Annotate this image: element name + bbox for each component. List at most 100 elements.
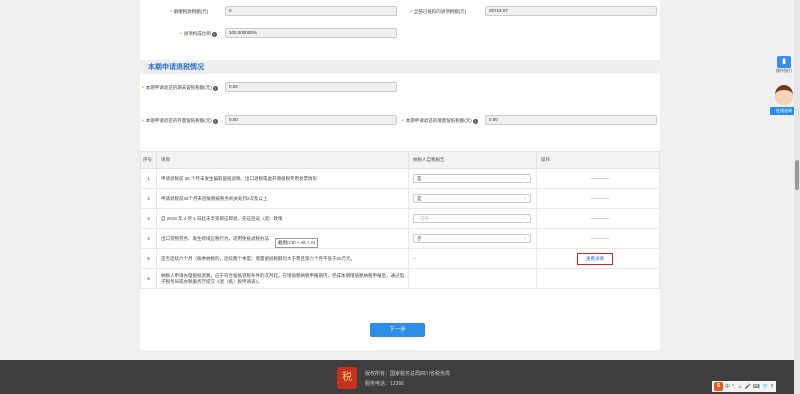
ime-lang-icon[interactable]: 中 — [725, 383, 730, 390]
help-icon[interactable]: ? — [212, 118, 218, 124]
row-op: 查看详情 — [536, 248, 660, 269]
footer-phone: 服务电话：12366 — [365, 381, 404, 387]
footer — [0, 360, 800, 394]
chevron-down-icon: ⌄ — [522, 215, 527, 221]
op-dash: ———— — [591, 216, 609, 221]
ime-skin-icon[interactable]: 👕 — [762, 384, 768, 390]
section-title: 本期申请退税情况 — [148, 64, 204, 71]
table-row: 6 纳税人申请办理留抵退税，应于符合留抵退税条件的次月起，在增值税纳税申报期内，… — [140, 268, 660, 289]
report-select[interactable]: 是 ⌄ — [413, 194, 531, 203]
tax-paid-input[interactable]: 0 — [225, 6, 397, 16]
help-icon[interactable]: ? — [211, 31, 217, 37]
op-dash: ———— — [591, 176, 609, 181]
table-row: 2 申请退税前36个月未因偷税被税务机关处罚2次及以上 是 ⌄ ———— — [140, 188, 660, 209]
row-index: 4 — [140, 228, 157, 249]
required-star: • — [402, 118, 404, 124]
table-row: 1 申请退税前 36 个月未发生骗取留抵退税、出口退税或虚开增值税专用发票情形 … — [140, 168, 660, 189]
row-item: 是否连续六个月（按季纳税的，连续两个季度）增量留抵税额均大于零且第六个月不低于5… — [156, 248, 409, 269]
row-index: 6 — [140, 268, 157, 289]
row-op: ———— — [536, 168, 660, 189]
row-op — [536, 268, 660, 289]
customer-service-avatar-icon — [775, 85, 793, 105]
end-refund-label-row: • 本期申请退还的期末留抵税额(元) ? — [142, 85, 218, 91]
table-header-row: 序号 项目 纳税人自我报告 操作 — [140, 151, 660, 169]
ime-voice-icon[interactable]: 🎤 — [745, 384, 751, 390]
tax-paid-label-row: • 解缴税款税额(元) — [170, 9, 208, 15]
tax-emblem-icon: 税 — [337, 367, 357, 389]
report-select[interactable]: 是 ⌄ — [413, 174, 531, 183]
stock-refund-input[interactable]: 0.00 — [225, 115, 397, 125]
report-select[interactable]: --选择-- ⌄ — [413, 214, 531, 223]
row-report: --选择-- ⌄ — [408, 208, 537, 229]
incr-refund-label: 本期申请退还的增量留抵税额(元) — [405, 118, 472, 123]
self-report-table: 序号 项目 纳税人自我报告 操作 1 申请退税前 36 个月未发生骗取留抵退税、… — [140, 151, 660, 289]
help-icon[interactable]: ? — [472, 118, 478, 124]
report-select[interactable]: 否 ⌄ — [413, 234, 531, 243]
required-star: • — [170, 9, 172, 15]
footer-copyright: 版权所有：国家税务总局四川省税务局 — [365, 371, 451, 377]
ime-toolbar: S 中 °, ☺ 🎤 ⌨ 👕 ⠿ — [712, 381, 776, 392]
ime-emoji-icon[interactable]: ☺ — [737, 384, 742, 390]
row-report: -- — [408, 248, 537, 269]
tax-paid-label: 解缴税款税额(元) — [173, 9, 209, 14]
row-op: ———— — [536, 188, 660, 209]
sogou-ime-icon[interactable]: S — [714, 382, 723, 391]
chevron-down-icon: ⌄ — [522, 235, 527, 241]
select-placeholder: --选择-- — [417, 216, 432, 221]
row-item: 自 2019 年 4 月 1 日起未享受即征即退、先征后返（退）政策 — [156, 208, 409, 229]
row-index: 5 — [140, 248, 157, 269]
select-value: 是 — [417, 196, 422, 201]
select-value: 是 — [417, 176, 422, 181]
incr-refund-label-row: • 本期申请退还的增量留抵税额(元) ? — [402, 118, 478, 124]
main-panel: • 解缴税款税额(元) 0 • 全部已抵扣的进项税额(元) 25716.07 •… — [140, 0, 660, 350]
table-row: 3 自 2019 年 4 月 1 日起未享受即征即退、先征后返（退）政策 --选… — [140, 208, 660, 229]
stock-refund-label: 本期申请退还的存量留抵税额(元) — [145, 118, 212, 123]
op-dash: ———— — [591, 236, 609, 241]
ime-keyboard-icon[interactable]: ⌨ — [753, 384, 760, 390]
col-item: 项目 — [156, 151, 409, 169]
row-report: 是 ⌄ — [408, 168, 537, 189]
chevron-down-icon: ⌄ — [522, 175, 527, 181]
col-index: 序号 — [140, 151, 157, 169]
row-op: ———— — [536, 228, 660, 249]
stock-refund-label-row: • 本期申请退还的存量留抵税额(元) ? — [142, 118, 218, 124]
ratio-label: 进项构成比例 — [183, 31, 211, 36]
input-tax-input[interactable]: 25716.07 — [485, 6, 657, 16]
ratio-input[interactable]: 100.000000% — [225, 28, 397, 38]
required-star: • — [180, 31, 182, 37]
end-refund-label: 本期申请退还的期末留抵税额(元) — [145, 85, 212, 90]
op-dash: ———— — [591, 196, 609, 201]
table-row: 4 出口货物劳务、发生跨境应税行为，适用免抵退税办法 否 ⌄ ———— — [140, 228, 660, 249]
scrollbar[interactable] — [794, 0, 800, 394]
incr-refund-input[interactable]: 0.00 — [485, 115, 657, 125]
ops-guide-widget[interactable]: ▮ 操作指引 — [773, 56, 795, 74]
input-tax-label: 全部已抵扣的进项税额(元) — [413, 9, 467, 14]
row-item: 申请退税前 36 个月未发生骗取留抵退税、出口退税或虚开增值税专用发票情形 — [156, 168, 409, 189]
table-row: 5 是否连续六个月（按季纳税的，连续两个季度）增量留抵税额均大于零且第六个月不低… — [140, 248, 660, 269]
row-index: 2 — [140, 188, 157, 209]
select-value: 否 — [417, 236, 422, 241]
row-op: ———— — [536, 208, 660, 229]
row-report — [408, 268, 537, 289]
required-star: • — [410, 9, 412, 15]
col-report: 纳税人自我报告 — [408, 151, 537, 169]
col-op: 操作 — [536, 151, 660, 169]
ratio-label-row: • 进项构成比例 ? — [180, 31, 217, 37]
view-details-button[interactable]: 查看详情 — [577, 252, 613, 265]
ops-guide-label: 操作指引 — [776, 68, 792, 73]
end-refund-input[interactable]: 0.00 — [225, 82, 397, 92]
book-icon: ▮ — [777, 56, 791, 68]
ime-punct-icon[interactable]: °, — [732, 384, 735, 390]
screenshot-tooltip: 截图(Ctrl + Alt + A) — [275, 238, 319, 248]
required-star: • — [142, 118, 144, 124]
ime-menu-icon[interactable]: ⠿ — [770, 384, 774, 390]
row-index: 3 — [140, 208, 157, 229]
chevron-down-icon: ⌄ — [522, 195, 527, 201]
next-step-button[interactable]: 下一步 — [370, 323, 425, 337]
scrollbar-thumb[interactable] — [795, 160, 799, 190]
row-report: 是 ⌄ — [408, 188, 537, 209]
row-report: 否 ⌄ — [408, 228, 537, 249]
row-item: 纳税人申请办理留抵退税，应于符合留抵退税条件的次月起，在增值税纳税申报期内，完成… — [156, 268, 409, 289]
row-index: 1 — [140, 168, 157, 189]
help-icon[interactable]: ? — [212, 85, 218, 91]
